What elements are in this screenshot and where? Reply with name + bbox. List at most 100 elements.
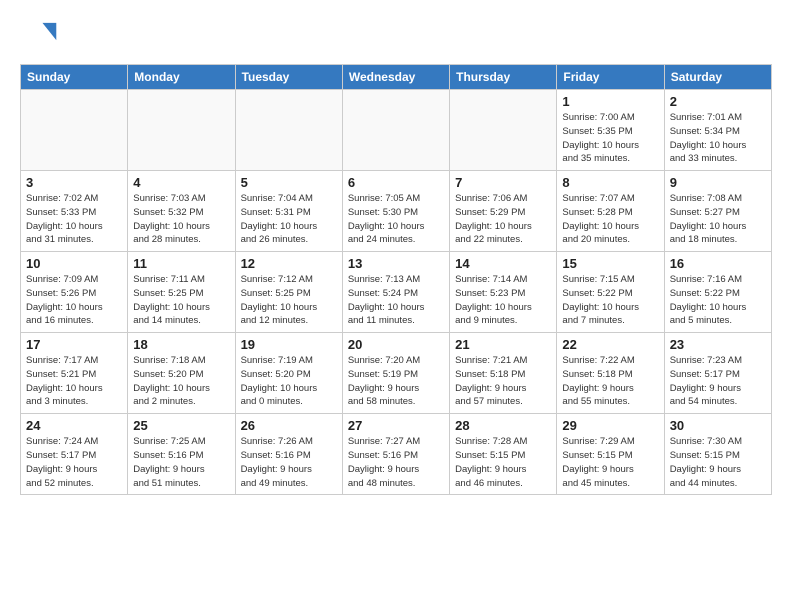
day-info: Sunrise: 7:06 AMSunset: 5:29 PMDaylight:… [455,192,551,247]
day-info: Sunrise: 7:14 AMSunset: 5:23 PMDaylight:… [455,273,551,328]
calendar-cell: 10 Sunrise: 7:09 AMSunset: 5:26 PMDayligh… [21,252,128,333]
day-number: 5 [241,175,337,190]
day-info: Sunrise: 7:04 AMSunset: 5:31 PMDaylight:… [241,192,337,247]
day-number: 24 [26,418,122,433]
day-number: 4 [133,175,229,190]
calendar-cell [235,90,342,171]
day-info: Sunrise: 7:08 AMSunset: 5:27 PMDaylight:… [670,192,766,247]
calendar-cell: 26Sunrise: 7:26 AMSunset: 5:16 PMDayligh… [235,414,342,495]
day-number: 18 [133,337,229,352]
calendar-cell: 21 Sunrise: 7:21 AMSunset: 5:18 PMDayligh… [450,333,557,414]
day-number: 22 [562,337,658,352]
calendar-day-header: Sunday [21,65,128,90]
calendar-cell [450,90,557,171]
calendar-week-row: 10 Sunrise: 7:09 AMSunset: 5:26 PMDayligh… [21,252,772,333]
day-number: 3 [26,175,122,190]
calendar-cell: 25Sunrise: 7:25 AMSunset: 5:16 PMDayligh… [128,414,235,495]
day-number: 23 [670,337,766,352]
day-number: 2 [670,94,766,109]
calendar-day-header: Thursday [450,65,557,90]
day-info: Sunrise: 7:25 AMSunset: 5:16 PMDaylight:… [133,435,229,490]
calendar-day-header: Monday [128,65,235,90]
day-info: Sunrise: 7:22 AMSunset: 5:18 PMDaylight:… [562,354,658,409]
day-number: 26 [241,418,337,433]
calendar-cell: 17 Sunrise: 7:17 AMSunset: 5:21 PMDayligh… [21,333,128,414]
calendar-cell: 22 Sunrise: 7:22 AMSunset: 5:18 PMDayligh… [557,333,664,414]
calendar-cell: 20 Sunrise: 7:20 AMSunset: 5:19 PMDayligh… [342,333,449,414]
day-number: 21 [455,337,551,352]
calendar-day-header: Friday [557,65,664,90]
day-number: 27 [348,418,444,433]
day-info: Sunrise: 7:30 AMSunset: 5:15 PMDaylight:… [670,435,766,490]
day-info: Sunrise: 7:29 AMSunset: 5:15 PMDaylight:… [562,435,658,490]
day-info: Sunrise: 7:11 AMSunset: 5:25 PMDaylight:… [133,273,229,328]
logo-icon [20,16,58,54]
calendar-cell [342,90,449,171]
day-number: 16 [670,256,766,271]
day-info: Sunrise: 7:21 AMSunset: 5:18 PMDaylight:… [455,354,551,409]
calendar-header-row: SundayMondayTuesdayWednesdayThursdayFrid… [21,65,772,90]
calendar-cell: 28Sunrise: 7:28 AMSunset: 5:15 PMDayligh… [450,414,557,495]
calendar-cell: 4 Sunrise: 7:03 AMSunset: 5:32 PMDaylight… [128,171,235,252]
calendar-cell: 16 Sunrise: 7:16 AMSunset: 5:22 PMDayligh… [664,252,771,333]
calendar-week-row: 3 Sunrise: 7:02 AMSunset: 5:33 PMDaylight… [21,171,772,252]
day-number: 20 [348,337,444,352]
day-info: Sunrise: 7:07 AMSunset: 5:28 PMDaylight:… [562,192,658,247]
calendar-cell: 24 Sunrise: 7:24 AMSunset: 5:17 PMDayligh… [21,414,128,495]
calendar: SundayMondayTuesdayWednesdayThursdayFrid… [20,64,772,495]
day-info: Sunrise: 7:24 AMSunset: 5:17 PMDaylight:… [26,435,122,490]
day-number: 29 [562,418,658,433]
day-info: Sunrise: 7:09 AMSunset: 5:26 PMDaylight:… [26,273,122,328]
day-info: Sunrise: 7:17 AMSunset: 5:21 PMDaylight:… [26,354,122,409]
day-number: 6 [348,175,444,190]
day-number: 10 [26,256,122,271]
calendar-cell: 19Sunrise: 7:19 AMSunset: 5:20 PMDayligh… [235,333,342,414]
calendar-day-header: Saturday [664,65,771,90]
calendar-cell: 8Sunrise: 7:07 AMSunset: 5:28 PMDaylight… [557,171,664,252]
calendar-cell: 29 Sunrise: 7:29 AMSunset: 5:15 PMDayligh… [557,414,664,495]
day-number: 12 [241,256,337,271]
calendar-cell: 2 Sunrise: 7:01 AMSunset: 5:34 PMDaylight… [664,90,771,171]
calendar-cell: 18 Sunrise: 7:18 AMSunset: 5:20 PMDayligh… [128,333,235,414]
day-info: Sunrise: 7:02 AMSunset: 5:33 PMDaylight:… [26,192,122,247]
calendar-cell: 5 Sunrise: 7:04 AMSunset: 5:31 PMDaylight… [235,171,342,252]
day-info: Sunrise: 7:15 AMSunset: 5:22 PMDaylight:… [562,273,658,328]
calendar-cell: 3 Sunrise: 7:02 AMSunset: 5:33 PMDaylight… [21,171,128,252]
calendar-cell: 6 Sunrise: 7:05 AMSunset: 5:30 PMDaylight… [342,171,449,252]
calendar-week-row: 1Sunrise: 7:00 AMSunset: 5:35 PMDaylight… [21,90,772,171]
day-number: 13 [348,256,444,271]
day-info: Sunrise: 7:20 AMSunset: 5:19 PMDaylight:… [348,354,444,409]
calendar-cell: 15 Sunrise: 7:15 AMSunset: 5:22 PMDayligh… [557,252,664,333]
day-info: Sunrise: 7:18 AMSunset: 5:20 PMDaylight:… [133,354,229,409]
day-info: Sunrise: 7:28 AMSunset: 5:15 PMDaylight:… [455,435,551,490]
calendar-cell: 27 Sunrise: 7:27 AMSunset: 5:16 PMDayligh… [342,414,449,495]
day-number: 19 [241,337,337,352]
day-info: Sunrise: 7:05 AMSunset: 5:30 PMDaylight:… [348,192,444,247]
page: SundayMondayTuesdayWednesdayThursdayFrid… [0,0,792,505]
day-info: Sunrise: 7:13 AMSunset: 5:24 PMDaylight:… [348,273,444,328]
calendar-week-row: 17 Sunrise: 7:17 AMSunset: 5:21 PMDayligh… [21,333,772,414]
day-info: Sunrise: 7:00 AMSunset: 5:35 PMDaylight:… [562,111,658,166]
day-number: 15 [562,256,658,271]
day-info: Sunrise: 7:03 AMSunset: 5:32 PMDaylight:… [133,192,229,247]
calendar-day-header: Tuesday [235,65,342,90]
day-number: 7 [455,175,551,190]
calendar-cell: 23 Sunrise: 7:23 AMSunset: 5:17 PMDayligh… [664,333,771,414]
day-info: Sunrise: 7:01 AMSunset: 5:34 PMDaylight:… [670,111,766,166]
day-info: Sunrise: 7:27 AMSunset: 5:16 PMDaylight:… [348,435,444,490]
calendar-cell: 12 Sunrise: 7:12 AMSunset: 5:25 PMDayligh… [235,252,342,333]
calendar-cell: 9 Sunrise: 7:08 AMSunset: 5:27 PMDaylight… [664,171,771,252]
calendar-cell: 1Sunrise: 7:00 AMSunset: 5:35 PMDaylight… [557,90,664,171]
day-number: 9 [670,175,766,190]
day-info: Sunrise: 7:23 AMSunset: 5:17 PMDaylight:… [670,354,766,409]
day-info: Sunrise: 7:12 AMSunset: 5:25 PMDaylight:… [241,273,337,328]
calendar-cell: 13 Sunrise: 7:13 AMSunset: 5:24 PMDayligh… [342,252,449,333]
day-number: 30 [670,418,766,433]
day-number: 17 [26,337,122,352]
calendar-cell [128,90,235,171]
calendar-cell [21,90,128,171]
day-number: 14 [455,256,551,271]
calendar-cell: 11Sunrise: 7:11 AMSunset: 5:25 PMDayligh… [128,252,235,333]
day-info: Sunrise: 7:16 AMSunset: 5:22 PMDaylight:… [670,273,766,328]
calendar-week-row: 24 Sunrise: 7:24 AMSunset: 5:17 PMDayligh… [21,414,772,495]
